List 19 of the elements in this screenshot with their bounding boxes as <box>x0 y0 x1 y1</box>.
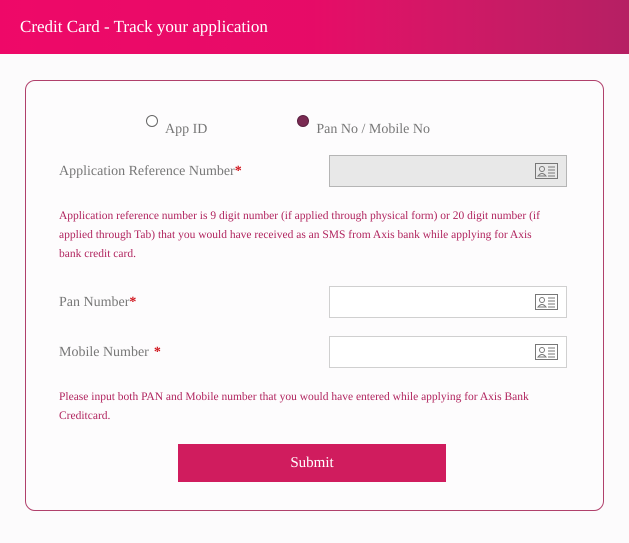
radio-option[interactable]: Pan No / Mobile No <box>297 115 430 140</box>
required-asterisk: * <box>129 294 136 312</box>
radio-option[interactable]: App ID <box>146 115 208 140</box>
required-asterisk: * <box>154 344 161 362</box>
page-title: Credit Card - Track your application <box>20 16 268 38</box>
submit-button[interactable]: Submit <box>178 444 446 482</box>
required-asterisk: * <box>234 162 242 180</box>
help-text: Application reference number is 9 digit number (if applied through physical form) or 20 digit number (if applied through Tab) that you would have received as an SMS from Axis bank while applying for Axis bank credit card. <box>59 209 541 262</box>
id-card-icon <box>535 294 558 310</box>
radio-icon <box>146 115 158 127</box>
field-label: Pan Number <box>59 294 130 312</box>
id-card-icon <box>535 163 558 179</box>
id-card-icon <box>535 344 558 360</box>
field-label: Mobile Number <box>59 344 149 362</box>
field-label: Application Reference Number <box>59 162 235 180</box>
help-text: Please input both PAN and Mobile number that you would have entered while applying for Axis Bank Creditcard. <box>59 390 530 424</box>
text-field[interactable] <box>329 286 567 318</box>
radio-icon <box>297 115 310 127</box>
text-field[interactable] <box>329 336 567 368</box>
